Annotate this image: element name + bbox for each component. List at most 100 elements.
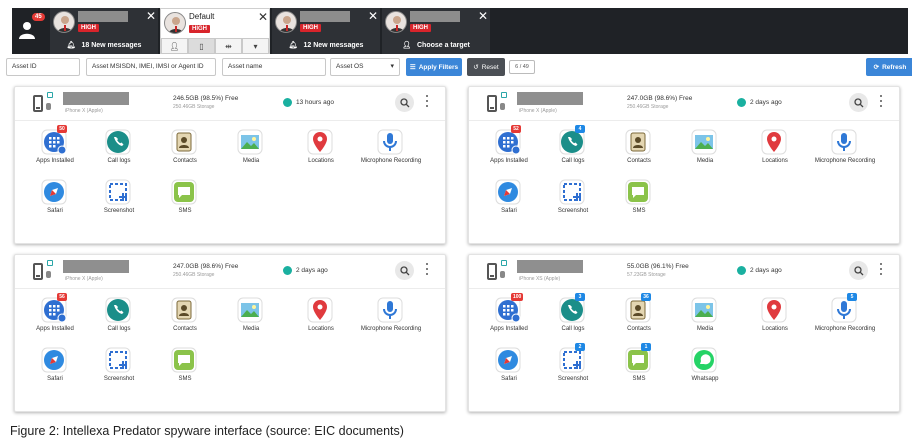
filter-icon: ☰ — [409, 64, 416, 71]
more-options-icon[interactable] — [426, 95, 429, 109]
module-location-pin[interactable]: Locations — [281, 125, 361, 171]
module-label: Locations — [308, 158, 334, 164]
lock-icon — [501, 92, 507, 98]
device-card-header: iPhone XS (Apple) 55.0GB (96.1%) Free 57.2… — [469, 255, 899, 289]
media-icon — [691, 129, 717, 155]
module-label: Microphone Recording — [814, 326, 876, 332]
apple-icon — [500, 103, 505, 110]
module-count-badge: 50 — [57, 125, 67, 133]
asset-os-select[interactable]: Asset OS ▾ — [330, 58, 400, 76]
reset-button[interactable]: ↺ Reset — [467, 58, 505, 76]
module-microphone[interactable]: 5 Microphone Recording — [805, 293, 885, 339]
asset-msisdn-input[interactable]: Asset MSISDN, IMEI, IMSI or Agent ID — [86, 58, 216, 76]
chevron-down-icon[interactable]: ▾ — [242, 38, 269, 54]
module-grid: 52 Apps Installed 4 Call logs Contacts Media L… — [469, 125, 899, 243]
target-tab-default[interactable]: Default HIGH ✕ 👤︎ ▯ ⇹ ▾ — [160, 8, 270, 54]
search-button[interactable] — [849, 93, 868, 112]
module-media[interactable]: Media — [211, 125, 291, 171]
microphone-icon — [377, 297, 403, 323]
location-pin-icon — [761, 297, 787, 323]
close-icon[interactable]: ✕ — [146, 10, 156, 22]
new-messages-label: 18 New messages — [81, 41, 142, 49]
module-label: Locations — [762, 326, 788, 332]
module-location-pin[interactable]: Locations — [735, 125, 815, 171]
module-sms[interactable]: SMS — [145, 175, 225, 221]
target-tab-1[interactable]: HIGH ✕ 🔔︎ 18 New messages — [50, 8, 158, 54]
device-view-icon[interactable]: ▯ — [188, 38, 215, 54]
avatar — [275, 11, 297, 33]
view-mode-selector: 👤︎ ▯ ⇹ ▾ — [161, 38, 269, 54]
last-seen-label: 2 days ago — [750, 99, 782, 106]
status-dot-icon — [737, 266, 746, 275]
module-label: Media — [242, 158, 260, 164]
module-label: Media — [696, 158, 714, 164]
module-whatsapp[interactable]: Whatsapp — [665, 343, 745, 389]
screenshot-icon — [559, 179, 585, 205]
module-label: Microphone Recording — [360, 326, 422, 332]
lock-icon — [501, 260, 507, 266]
module-count-badge: 5 — [847, 293, 857, 301]
device-card[interactable]: iPhone X (Apple) 247.0GB (98.6%) Free 250.… — [14, 254, 446, 412]
choose-target-label: Choose a target — [416, 41, 470, 49]
module-media[interactable]: Media — [211, 293, 291, 339]
module-microphone[interactable]: Microphone Recording — [351, 293, 431, 339]
module-microphone[interactable]: Microphone Recording — [351, 125, 431, 171]
apply-filters-label: Apply Filters — [418, 63, 459, 71]
apply-filters-button[interactable]: ☰ Apply Filters — [406, 58, 462, 76]
module-label: Locations — [308, 326, 334, 332]
search-button[interactable] — [395, 261, 414, 280]
avatar — [53, 11, 75, 33]
media-icon — [237, 297, 263, 323]
contacts-icon — [171, 297, 197, 323]
asset-name-input[interactable]: Asset name — [222, 58, 326, 76]
storage-free: 55.0GB (96.1%) Free — [627, 263, 689, 270]
close-icon[interactable]: ✕ — [258, 11, 268, 23]
media-icon — [691, 297, 717, 323]
refresh-label: Refresh — [882, 63, 907, 71]
chevron-down-icon: ▾ — [390, 63, 394, 70]
apple-icon — [46, 271, 51, 278]
refresh-button[interactable]: ⟳ Refresh — [866, 58, 912, 76]
asset-id-input[interactable]: Asset ID — [6, 58, 80, 76]
status-dot-icon — [737, 98, 746, 107]
target-tab-bar: 45 HIGH ✕ 🔔︎ 18 New messages Default HIGH… — [12, 8, 908, 54]
module-sms[interactable]: SMS — [599, 175, 679, 221]
target-tab-3[interactable]: HIGH ✕ 🔔︎ 12 New messages — [272, 8, 380, 54]
tab-name: Default — [189, 12, 215, 21]
storage-free: 246.5GB (98.5%) Free — [173, 95, 239, 102]
more-options-icon[interactable] — [880, 263, 883, 277]
safari-icon — [495, 179, 521, 205]
person-view-icon[interactable]: 👤︎ — [161, 38, 188, 54]
safari-icon — [41, 179, 67, 205]
target-tab-4[interactable]: HIGH ✕ 👤︎ Choose a target — [382, 8, 490, 54]
module-location-pin[interactable]: Locations — [281, 293, 361, 339]
storage-free: 247.0GB (98.6%) Free — [627, 95, 693, 102]
module-grid: 50 Apps Installed Call logs Contacts Media Lo… — [15, 125, 445, 243]
bell-icon: 🔔︎ — [288, 42, 298, 49]
phone-icon — [105, 297, 131, 323]
device-card[interactable]: iPhone XS (Apple) 55.0GB (96.1%) Free 57.2… — [468, 254, 900, 412]
module-label: SMS — [178, 376, 192, 382]
more-options-icon[interactable] — [426, 263, 429, 277]
device-card[interactable]: iPhone X (Apple) 247.0GB (98.6%) Free 250.… — [468, 86, 900, 244]
module-location-pin[interactable]: Locations — [735, 293, 815, 339]
search-button[interactable] — [395, 93, 414, 112]
storage-total: 250.46GB Storage — [627, 104, 669, 110]
usb-icon[interactable]: ⇹ — [215, 38, 242, 54]
search-button[interactable] — [849, 261, 868, 280]
module-media[interactable]: Media — [665, 125, 745, 171]
more-options-icon[interactable] — [880, 95, 883, 109]
lock-icon — [47, 260, 53, 266]
device-card[interactable]: iPhone X (Apple) 246.5GB (98.5%) Free 250.… — [14, 86, 446, 244]
module-microphone[interactable]: Microphone Recording — [805, 125, 885, 171]
reset-label: Reset — [481, 63, 499, 71]
module-media[interactable]: Media — [665, 293, 745, 339]
lock-icon — [47, 92, 53, 98]
account-button[interactable]: 45 — [12, 8, 48, 54]
close-icon[interactable]: ✕ — [368, 10, 378, 22]
module-sms[interactable]: SMS — [145, 343, 225, 389]
module-label: Locations — [762, 158, 788, 164]
phone-icon — [487, 263, 497, 280]
module-count-badge: 36 — [641, 293, 651, 301]
close-icon[interactable]: ✕ — [478, 10, 488, 22]
